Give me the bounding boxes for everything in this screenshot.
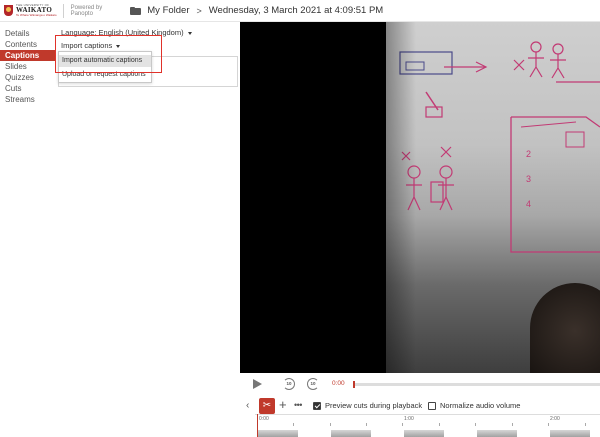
- player-controls: 10 10 0:00: [240, 373, 600, 395]
- sidebar-item-streams[interactable]: Streams: [0, 94, 55, 105]
- current-time: 0:00: [332, 380, 345, 387]
- more-options-icon[interactable]: •••: [294, 398, 302, 412]
- timeline-thumbnail: [404, 430, 444, 437]
- play-icon[interactable]: [253, 379, 262, 389]
- import-captions-label: Import captions: [61, 41, 113, 50]
- menu-item-import-automatic-captions[interactable]: Import automatic captions: [59, 55, 151, 67]
- powered-by: Powered by Panopto: [71, 5, 103, 17]
- sidebar-item-slides[interactable]: Slides: [0, 61, 55, 72]
- preview-cuts-checkbox[interactable]: [313, 402, 321, 410]
- preview-cuts-label: Preview cuts during playback: [325, 401, 423, 410]
- breadcrumb-folder[interactable]: My Folder: [147, 5, 189, 16]
- timeline-tick: [293, 423, 294, 426]
- normalize-audio-label: Normalize audio volume: [440, 401, 521, 410]
- timeline-thumbnail: [550, 430, 590, 437]
- timeline-thumbnail: [258, 430, 298, 437]
- menu-item-upload-request-captions[interactable]: Upload or request captions: [59, 69, 151, 81]
- header-divider: [62, 3, 64, 18]
- video-player[interactable]: 2 3 4: [240, 22, 600, 373]
- sidebar-item-cuts[interactable]: Cuts: [0, 83, 55, 94]
- language-select[interactable]: Language: English (United Kingdom): [61, 28, 192, 37]
- import-captions-button[interactable]: Import captions: [61, 41, 121, 50]
- svg-text:3: 3: [526, 174, 531, 184]
- timeline-label-0: 0:00: [259, 416, 269, 422]
- timeline-tick: [548, 423, 549, 426]
- timeline-label-1: 1:00: [404, 416, 414, 422]
- svg-text:4: 4: [526, 199, 531, 209]
- frame-shadow: [386, 22, 416, 373]
- video-frame: 2 3 4: [386, 22, 600, 373]
- crest-icon: [4, 5, 13, 16]
- chevron-left-icon[interactable]: ‹: [246, 401, 249, 411]
- progress-bar[interactable]: [353, 383, 600, 386]
- university-logo[interactable]: THE UNIVERSITY OF WAIKATO Te Whare Wānan…: [4, 0, 57, 22]
- editor-sidebar: Details Contents Captions Slides Quizzes…: [0, 22, 55, 437]
- chevron-down-icon: [116, 44, 121, 48]
- svg-text:2: 2: [526, 149, 531, 159]
- skip-back-icon[interactable]: 10: [283, 378, 295, 390]
- captions-panel: Language: English (United Kingdom) Impor…: [55, 22, 240, 437]
- timeline-tick: [330, 423, 331, 426]
- sidebar-item-contents[interactable]: Contents: [0, 39, 55, 50]
- timeline-thumbnail: [477, 430, 517, 437]
- timeline-tick: [366, 423, 367, 426]
- edit-toolbar: ‹ ✂ + ••• Preview cuts during playback N…: [240, 397, 600, 415]
- sidebar-item-quizzes[interactable]: Quizzes: [0, 72, 55, 83]
- timeline[interactable]: 0:00 1:00 2:00: [255, 414, 600, 437]
- timeline-thumbnail: [331, 430, 371, 437]
- breadcrumb-separator: >: [196, 5, 202, 16]
- powered-by-line2: Panopto: [70, 10, 93, 17]
- logo-sub-text: Te Whare Wānanga o Waikato: [16, 13, 57, 17]
- timeline-playhead[interactable]: [257, 414, 258, 437]
- timeline-tick: [475, 423, 476, 426]
- timeline-tick: [439, 423, 440, 426]
- timeline-tick: [585, 423, 586, 426]
- timeline-tick: [512, 423, 513, 426]
- language-label: Language: English (United Kingdom): [61, 28, 184, 37]
- top-header: THE UNIVERSITY OF WAIKATO Te Whare Wānan…: [0, 0, 600, 22]
- timeline-label-2: 2:00: [550, 416, 560, 422]
- normalize-audio-checkbox[interactable]: [428, 402, 436, 410]
- skip-forward-icon[interactable]: 10: [307, 378, 319, 390]
- plus-icon[interactable]: +: [279, 398, 287, 412]
- progress-cursor[interactable]: [353, 381, 355, 388]
- sidebar-item-details[interactable]: Details: [0, 28, 55, 39]
- logo-text: THE UNIVERSITY OF WAIKATO Te Whare Wānan…: [16, 4, 57, 17]
- session-title: Wednesday, 3 March 2021 at 4:09:51 PM: [208, 5, 384, 16]
- chevron-down-icon: [187, 31, 192, 35]
- skip-forward-seconds: 10: [310, 381, 316, 386]
- timeline-tick: [402, 423, 403, 426]
- sidebar-item-captions[interactable]: Captions: [0, 50, 55, 61]
- import-captions-menu: Import automatic captions Upload or requ…: [58, 51, 152, 83]
- skip-back-seconds: 10: [286, 381, 292, 386]
- folder-icon[interactable]: [130, 6, 142, 15]
- scissors-icon[interactable]: ✂: [259, 398, 275, 414]
